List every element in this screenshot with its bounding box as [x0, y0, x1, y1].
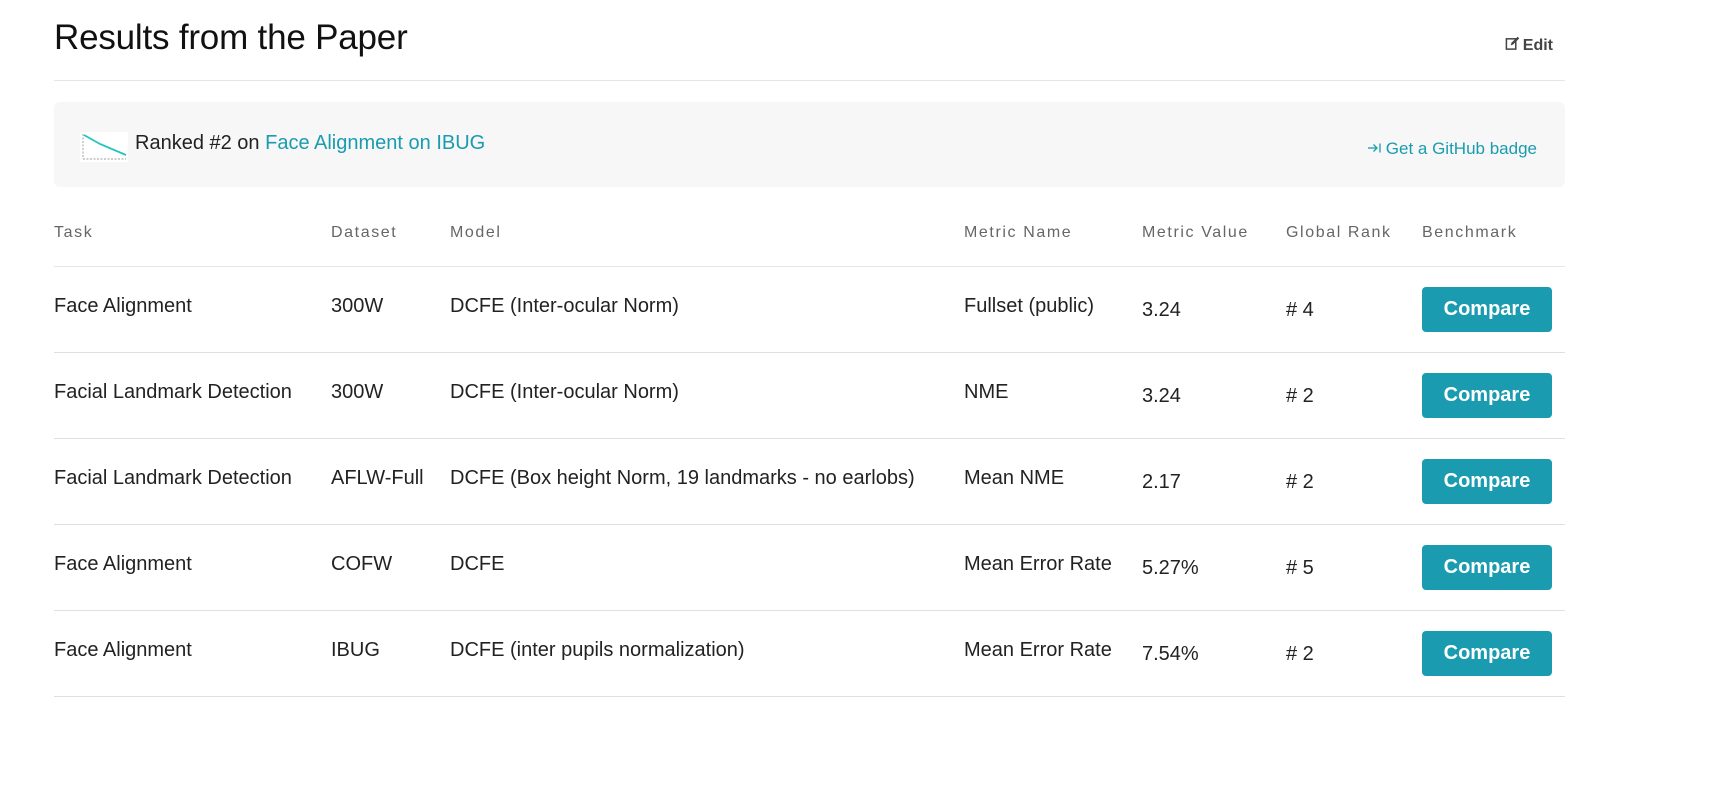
metric-value-text: 3.24	[1142, 299, 1181, 321]
metric-value-text: 2.17	[1142, 471, 1181, 493]
results-table: Task Dataset Model Metric Name Metric Va…	[54, 200, 1565, 697]
task-text: Facial Landmark Detection	[54, 381, 292, 403]
model-cell: DCFE (Inter-ocular Norm)	[450, 266, 964, 353]
model-cell: DCFE (Inter-ocular Norm)	[450, 352, 964, 439]
dataset-cell: 300W	[331, 352, 450, 439]
metric-name-text: Mean Error Rate	[964, 639, 1112, 661]
compare-button[interactable]: Compare	[1422, 459, 1552, 504]
metric-name-cell: Fullset (public)	[964, 266, 1142, 353]
dataset-cell: 300W	[331, 266, 450, 353]
task-cell: Face Alignment	[54, 266, 331, 353]
metric-name-text: Fullset (public)	[964, 295, 1095, 317]
metric-name-cell: Mean Error Rate	[964, 524, 1142, 611]
column-header-task: Task	[54, 200, 331, 267]
arrow-to-right-icon	[1367, 139, 1382, 159]
metric-value-text: 5.27%	[1142, 557, 1199, 579]
results-header: Results from the Paper Edit	[54, 0, 1565, 81]
metric-name-cell: NME	[964, 352, 1142, 439]
task-cell: Facial Landmark Detection	[54, 438, 331, 525]
benchmark-cell: Compare	[1422, 266, 1565, 353]
metric-value-cell: 3.24	[1142, 266, 1286, 353]
table-row: Face Alignment 300W DCFE (Inter-ocular N…	[54, 266, 1565, 353]
github-badge-label: Get a GitHub badge	[1385, 139, 1537, 158]
global-rank-cell: # 5	[1286, 524, 1422, 611]
column-header-global-rank: Global Rank	[1286, 200, 1422, 267]
column-header-benchmark: Benchmark	[1422, 200, 1565, 267]
column-header-metric-value: Metric Value	[1142, 200, 1286, 267]
metric-value-text: 7.54%	[1142, 643, 1199, 665]
metric-name-text: NME	[964, 381, 1009, 403]
global-rank-cell: # 2	[1286, 610, 1422, 697]
metric-name-cell: Mean Error Rate	[964, 610, 1142, 697]
metric-value-cell: 2.17	[1142, 438, 1286, 525]
compare-button[interactable]: Compare	[1422, 631, 1552, 676]
global-rank-text: # 2	[1286, 643, 1314, 665]
table-row: Face Alignment COFW DCFE Mean Error Rate…	[54, 524, 1565, 611]
task-text: Face Alignment	[54, 295, 192, 317]
metric-name-text: Mean Error Rate	[964, 553, 1112, 575]
benchmark-link[interactable]: Face Alignment on IBUG	[265, 132, 485, 154]
model-cell: DCFE (inter pupils normalization)	[450, 610, 964, 697]
compare-button[interactable]: Compare	[1422, 287, 1552, 332]
global-rank-cell: # 2	[1286, 438, 1422, 525]
dataset-text: IBUG	[331, 639, 380, 661]
trend-chart-icon	[80, 132, 128, 162]
column-header-metric-name: Metric Name	[964, 200, 1142, 267]
column-header-dataset: Dataset	[331, 200, 450, 267]
model-cell: DCFE (Box height Norm, 19 landmarks - no…	[450, 438, 964, 525]
ranking-text: Ranked #2 on Face Alignment on IBUG	[135, 132, 485, 155]
metric-name-text: Mean NME	[964, 467, 1065, 489]
table-row: Face Alignment IBUG DCFE (inter pupils n…	[54, 610, 1565, 697]
compare-button[interactable]: Compare	[1422, 545, 1552, 590]
task-cell: Facial Landmark Detection	[54, 352, 331, 439]
dataset-text: 300W	[331, 295, 384, 317]
ranking-banner: Ranked #2 on Face Alignment on IBUG Get …	[54, 102, 1565, 187]
metric-value-cell: 3.24	[1142, 352, 1286, 439]
table-row: Facial Landmark Detection 300W DCFE (Int…	[54, 352, 1565, 439]
model-text: DCFE (inter pupils normalization)	[450, 639, 745, 661]
ranking-prefix: Ranked #2 on	[135, 132, 260, 154]
page-title: Results from the Paper	[54, 18, 408, 57]
global-rank-text: # 5	[1286, 557, 1314, 579]
model-text: DCFE (Box height Norm, 19 landmarks - no…	[450, 467, 915, 489]
task-text: Face Alignment	[54, 639, 192, 661]
metric-value-cell: 7.54%	[1142, 610, 1286, 697]
global-rank-text: # 2	[1286, 471, 1314, 493]
benchmark-cell: Compare	[1422, 610, 1565, 697]
task-cell: Face Alignment	[54, 524, 331, 611]
benchmark-cell: Compare	[1422, 352, 1565, 439]
table-row: Facial Landmark Detection AFLW-Full DCFE…	[54, 438, 1565, 525]
task-text: Face Alignment	[54, 553, 192, 575]
dataset-cell: COFW	[331, 524, 450, 611]
global-rank-cell: # 2	[1286, 352, 1422, 439]
task-text: Facial Landmark Detection	[54, 467, 292, 489]
dataset-text: AFLW-Full	[331, 467, 424, 489]
benchmark-cell: Compare	[1422, 438, 1565, 525]
edit-button[interactable]: Edit	[1505, 36, 1553, 56]
global-rank-text: # 4	[1286, 299, 1314, 321]
model-text: DCFE	[450, 553, 505, 575]
global-rank-cell: # 4	[1286, 266, 1422, 353]
model-text: DCFE (Inter-ocular Norm)	[450, 295, 679, 317]
table-header-row: Task Dataset Model Metric Name Metric Va…	[54, 200, 1565, 267]
github-badge-link[interactable]: Get a GitHub badge	[1367, 139, 1537, 159]
metric-value-text: 3.24	[1142, 385, 1181, 407]
dataset-text: COFW	[331, 553, 393, 575]
benchmark-cell: Compare	[1422, 524, 1565, 611]
dataset-cell: IBUG	[331, 610, 450, 697]
model-cell: DCFE	[450, 524, 964, 611]
dataset-text: 300W	[331, 381, 384, 403]
compare-button[interactable]: Compare	[1422, 373, 1552, 418]
edit-label: Edit	[1522, 37, 1553, 54]
task-cell: Face Alignment	[54, 610, 331, 697]
metric-value-cell: 5.27%	[1142, 524, 1286, 611]
metric-name-cell: Mean NME	[964, 438, 1142, 525]
model-text: DCFE (Inter-ocular Norm)	[450, 381, 679, 403]
edit-icon	[1505, 36, 1520, 56]
dataset-cell: AFLW-Full	[331, 438, 450, 525]
column-header-model: Model	[450, 200, 964, 267]
global-rank-text: # 2	[1286, 385, 1314, 407]
